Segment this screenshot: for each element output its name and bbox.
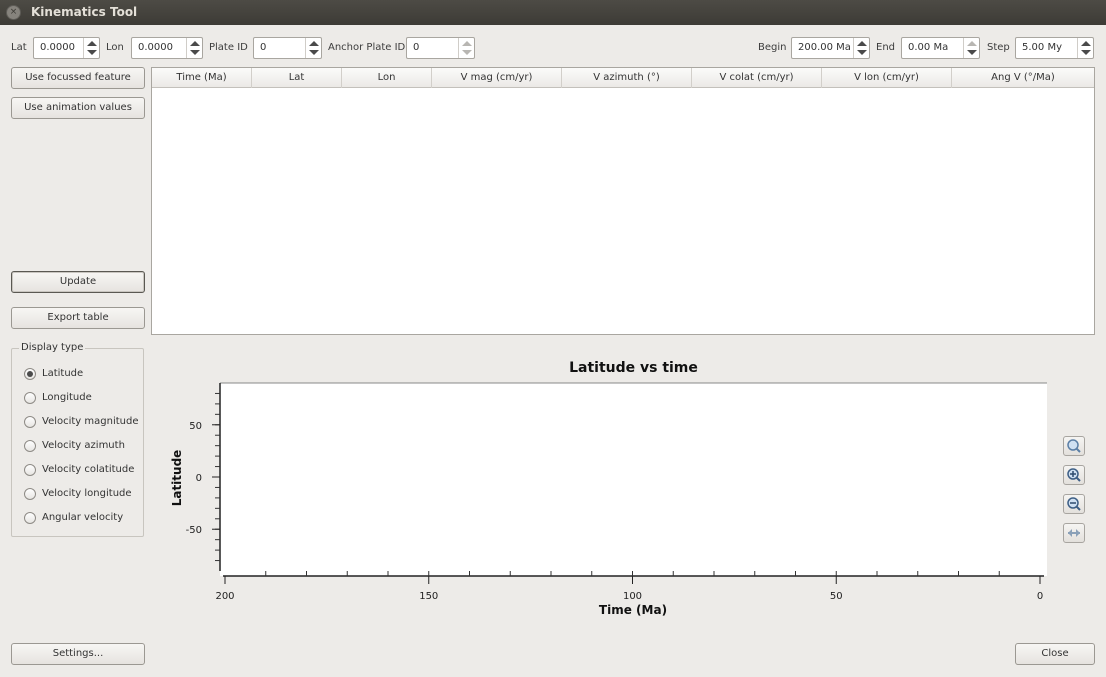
- latitude-plot[interactable]: 50 0 -50 200 150 100 50 0 Latitude Time (Ma): [160, 378, 1060, 628]
- window-close-icon[interactable]: ×: [6, 5, 21, 20]
- use-focussed-feature-button[interactable]: Use focussed feature: [11, 67, 145, 89]
- end-down-arrow-icon[interactable]: [967, 50, 977, 55]
- begin-up-arrow-icon[interactable]: [857, 41, 867, 46]
- step-down-arrow-icon[interactable]: [1081, 50, 1091, 55]
- column-header[interactable]: Lat: [252, 68, 342, 88]
- lat-value: 0.0000: [40, 42, 75, 53]
- magnifier-icon[interactable]: [1063, 436, 1085, 456]
- update-button[interactable]: Update: [11, 271, 145, 293]
- begin-label: Begin: [758, 42, 787, 53]
- y-tick-label: -50: [186, 525, 202, 536]
- y-axis-label: Latitude: [170, 450, 184, 507]
- radio-label-latitude[interactable]: Latitude: [42, 368, 83, 379]
- begin-spinbox[interactable]: 200.00 Ma: [791, 37, 870, 59]
- step-up-arrow-icon[interactable]: [1081, 41, 1091, 46]
- radio-velocity-azimuth[interactable]: [24, 440, 36, 452]
- x-tick-label: 200: [215, 591, 234, 602]
- lon-up-arrow-icon[interactable]: [190, 41, 200, 46]
- anchor-plate-id-value: 0: [413, 42, 420, 53]
- lon-down-arrow-icon[interactable]: [190, 50, 200, 55]
- end-spinbox[interactable]: 0.00 Ma: [901, 37, 980, 59]
- end-value: 0.00 Ma: [908, 42, 949, 53]
- lon-label: Lon: [106, 42, 124, 53]
- table-header: Time (Ma) Lat Lon V mag (cm/yr) V azimut…: [152, 68, 1094, 88]
- column-header[interactable]: V mag (cm/yr): [432, 68, 562, 88]
- x-axis-label: Time (Ma): [599, 603, 667, 617]
- lat-up-arrow-icon[interactable]: [87, 41, 97, 46]
- column-header[interactable]: V colat (cm/yr): [692, 68, 822, 88]
- x-tick-label: 50: [830, 591, 843, 602]
- lat-label: Lat: [11, 42, 27, 53]
- plate-id-up-arrow-icon[interactable]: [309, 41, 319, 46]
- step-label: Step: [987, 42, 1010, 53]
- anchor-plate-id-spinbox[interactable]: 0: [406, 37, 475, 59]
- radio-angular-velocity[interactable]: [24, 512, 36, 524]
- plot-canvas: [220, 383, 1047, 576]
- x-tick-label: 150: [419, 591, 438, 602]
- column-header[interactable]: Ang V (°/Ma): [952, 68, 1094, 88]
- window-title: Kinematics Tool: [31, 5, 138, 19]
- lon-spinbox[interactable]: 0.0000: [131, 37, 203, 59]
- radio-label-longitude[interactable]: Longitude: [42, 392, 92, 403]
- radio-velocity-colatitude[interactable]: [24, 464, 36, 476]
- lat-spinbox[interactable]: 0.0000: [33, 37, 100, 59]
- zoom-out-icon[interactable]: [1063, 494, 1085, 514]
- plate-id-value: 0: [260, 42, 267, 53]
- column-header[interactable]: Lon: [342, 68, 432, 88]
- plate-id-down-arrow-icon[interactable]: [309, 50, 319, 55]
- radio-label-velocity-longitude[interactable]: Velocity longitude: [42, 488, 132, 499]
- close-button[interactable]: Close: [1015, 643, 1095, 665]
- y-tick-label: 50: [189, 421, 202, 432]
- plate-id-label: Plate ID: [209, 42, 248, 53]
- step-value: 5.00 My: [1022, 42, 1062, 53]
- use-animation-values-button[interactable]: Use animation values: [11, 97, 145, 119]
- column-header[interactable]: V lon (cm/yr): [822, 68, 952, 88]
- radio-label-velocity-colatitude[interactable]: Velocity colatitude: [42, 464, 134, 475]
- radio-label-angular-velocity[interactable]: Angular velocity: [42, 512, 123, 523]
- zoom-in-icon[interactable]: [1063, 465, 1085, 485]
- radio-velocity-magnitude[interactable]: [24, 416, 36, 428]
- radio-label-velocity-magnitude[interactable]: Velocity magnitude: [42, 416, 139, 427]
- end-up-arrow-icon[interactable]: [967, 41, 977, 46]
- settings-button[interactable]: Settings...: [11, 643, 145, 665]
- anchor-plate-id-label: Anchor Plate ID: [328, 42, 406, 53]
- lon-value: 0.0000: [138, 42, 173, 53]
- display-type-title: Display type: [19, 342, 86, 353]
- x-tick-label: 100: [623, 591, 642, 602]
- chart-title: Latitude vs time: [569, 360, 698, 376]
- radio-longitude[interactable]: [24, 392, 36, 404]
- lat-down-arrow-icon[interactable]: [87, 50, 97, 55]
- radio-label-velocity-azimuth[interactable]: Velocity azimuth: [42, 440, 125, 451]
- column-header[interactable]: V azimuth (°): [562, 68, 692, 88]
- y-tick-label: 0: [196, 473, 202, 484]
- export-table-button[interactable]: Export table: [11, 307, 145, 329]
- step-spinbox[interactable]: 5.00 My: [1015, 37, 1094, 59]
- window-titlebar: × Kinematics Tool: [0, 0, 1106, 25]
- x-tick-label: 0: [1037, 591, 1043, 602]
- begin-value: 200.00 Ma: [798, 42, 851, 53]
- radio-velocity-longitude[interactable]: [24, 488, 36, 500]
- radio-latitude[interactable]: [24, 368, 36, 380]
- anchor-down-arrow-icon[interactable]: [462, 50, 472, 55]
- begin-down-arrow-icon[interactable]: [857, 50, 867, 55]
- end-label: End: [876, 42, 896, 53]
- plate-id-spinbox[interactable]: 0: [253, 37, 322, 59]
- fit-horizontal-icon[interactable]: [1063, 523, 1085, 543]
- anchor-up-arrow-icon[interactable]: [462, 41, 472, 46]
- results-table[interactable]: Time (Ma) Lat Lon V mag (cm/yr) V azimut…: [151, 67, 1095, 335]
- column-header[interactable]: Time (Ma): [152, 68, 252, 88]
